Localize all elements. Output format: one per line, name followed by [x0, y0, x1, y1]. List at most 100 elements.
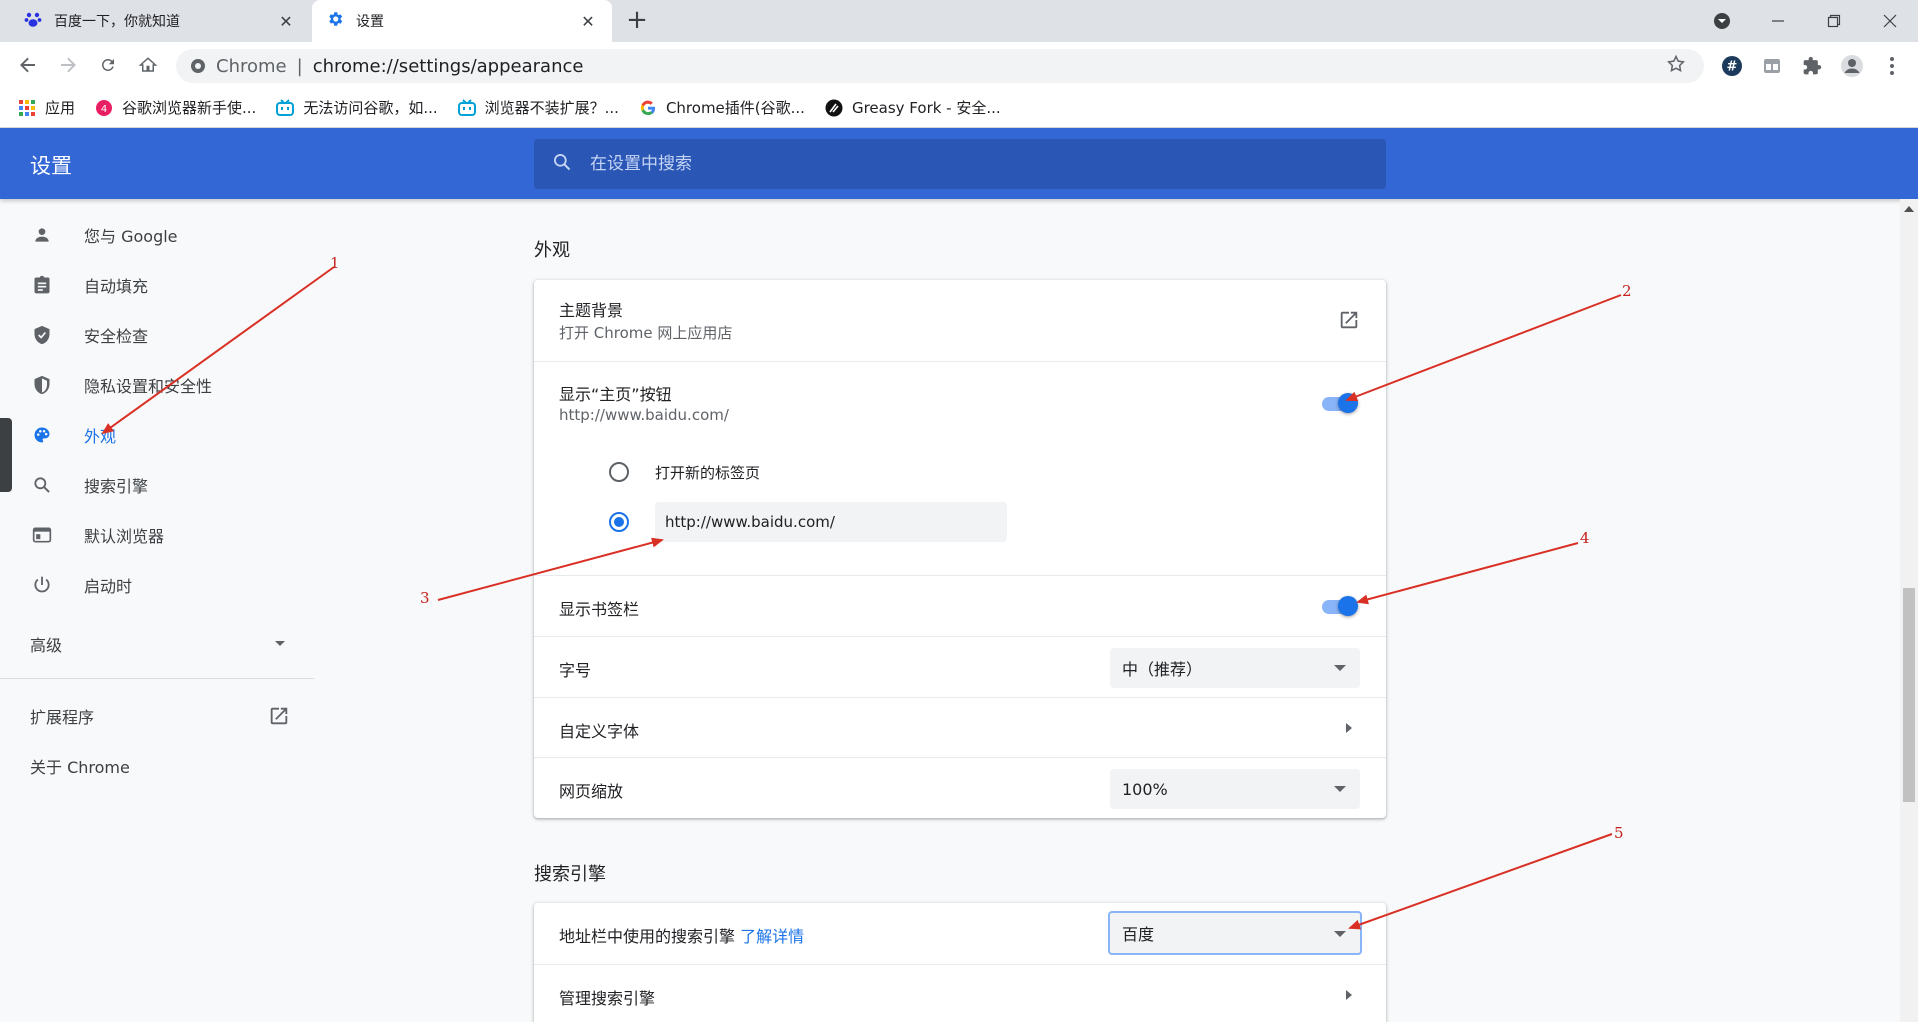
font-size-label: 字号 — [559, 661, 592, 680]
address-bar-engine-label: 地址栏中使用的搜索引擎 了解详情 — [559, 923, 804, 947]
sidebar-item-label: 自动填充 — [84, 277, 149, 296]
close-window-button[interactable] — [1862, 0, 1918, 42]
close-window-icon — [1883, 14, 1897, 28]
open-in-new-icon[interactable] — [1338, 309, 1360, 335]
annotation-number: 3 — [420, 589, 430, 607]
page-zoom-value: 100% — [1122, 779, 1168, 799]
search-input[interactable] — [590, 154, 1370, 174]
home-button-toggle[interactable] — [1320, 391, 1360, 415]
address-bar-engine-row: 地址栏中使用的搜索引擎 了解详情 百度 — [534, 903, 1386, 964]
tab-baidu[interactable]: 百度一下，你就知道 ✕ — [10, 0, 310, 42]
page-zoom-select[interactable]: 100% — [1110, 769, 1360, 809]
shield-half-icon — [30, 373, 54, 397]
toggle-knob — [1338, 393, 1358, 413]
bookmark-item[interactable]: Greasy Fork - 安全... — [825, 97, 1001, 118]
profile-avatar-icon[interactable] — [1837, 51, 1867, 81]
close-icon[interactable]: ✕ — [276, 12, 296, 31]
minimize-button[interactable] — [1750, 0, 1806, 42]
home-button-label: 显示“主页”按钮 — [559, 385, 672, 404]
search-icon — [30, 473, 54, 497]
custom-url-input[interactable]: http://www.baidu.com/ — [655, 502, 1007, 542]
sidebar-advanced[interactable]: 高级 — [0, 619, 314, 669]
new-tab-button[interactable]: + — [622, 6, 652, 36]
svg-text:#: # — [1727, 60, 1738, 75]
sidebar-item-on-startup[interactable]: 启动时 — [0, 560, 314, 610]
font-size-row: 字号 中（推荐） — [534, 636, 1386, 697]
page-zoom-row: 网页缩放 100% — [534, 757, 1386, 818]
back-arrow-icon — [20, 57, 35, 73]
annotation-number: 2 — [1622, 282, 1632, 300]
search-engine-select[interactable]: 百度 — [1108, 911, 1362, 955]
appearance-card: 主题背景 打开 Chrome 网上应用店 显示“主页”按钮 http://www… — [534, 280, 1386, 818]
bookmark-item[interactable]: 浏览器不装扩展？... — [457, 97, 619, 118]
hashtag-extension-icon[interactable]: # — [1717, 51, 1747, 81]
forward-button[interactable] — [52, 49, 84, 81]
minimize-icon — [1772, 20, 1784, 22]
apps-grid-icon — [18, 99, 36, 117]
settings-search[interactable] — [534, 139, 1386, 189]
font-size-select[interactable]: 中（推荐） — [1110, 648, 1360, 688]
radio-custom-url[interactable] — [609, 512, 629, 532]
theme-row[interactable]: 主题背景 打开 Chrome 网上应用店 — [534, 280, 1386, 361]
sidebar-item-label: 搜索引擎 — [84, 477, 149, 496]
sidebar-about-chrome[interactable]: 关于 Chrome — [0, 741, 314, 791]
manage-search-engines-row[interactable]: 管理搜索引擎 — [534, 964, 1386, 1022]
floating-side-widget[interactable] — [0, 418, 12, 492]
sidebar-item-search-engine[interactable]: 搜索引擎 — [0, 460, 314, 510]
close-icon[interactable]: ✕ — [578, 12, 598, 31]
annotation-arrow-4: 4 — [1356, 529, 1590, 605]
google-g-icon — [639, 99, 657, 117]
scrollbar-thumb[interactable] — [1903, 588, 1915, 802]
sidebar-item-privacy[interactable]: 隐私设置和安全性 — [0, 360, 314, 410]
sidebar-item-safety-check[interactable]: 安全检查 — [0, 310, 314, 360]
bilibili-tv-icon — [457, 98, 476, 117]
annotation-arrow-2: 2 — [1345, 282, 1632, 402]
sidebar: 您与 Google 自动填充 安全检查 隐私设置和安全性 外观 搜索引擎 默认浏… — [0, 199, 314, 1022]
tab-settings[interactable]: 设置 ✕ — [312, 0, 612, 42]
puzzle-extensions-icon[interactable] — [1797, 51, 1827, 81]
sidebar-item-label: 默认浏览器 — [84, 527, 165, 546]
font-size-value: 中（推荐） — [1122, 660, 1203, 679]
annotation-number: 4 — [1580, 529, 1590, 547]
sidebar-item-appearance[interactable]: 外观 — [0, 410, 314, 460]
bookmark-item[interactable]: 4 谷歌浏览器新手使... — [95, 97, 256, 118]
tab-search-button[interactable] — [1694, 0, 1750, 42]
annotation-arrow-5: 5 — [1348, 824, 1624, 930]
scroll-up-arrow-icon[interactable] — [1904, 206, 1914, 212]
advanced-label: 高级 — [30, 636, 63, 655]
cookie-extension-icon[interactable] — [1757, 51, 1787, 81]
chevron-right-icon — [1346, 990, 1352, 1000]
home-button[interactable] — [132, 49, 164, 81]
sidebar-item-you-and-google[interactable]: 您与 Google — [0, 210, 314, 260]
sidebar-item-autofill[interactable]: 自动填充 — [0, 260, 314, 310]
bookmark-item[interactable]: 无法访问谷歌，如... — [276, 97, 438, 118]
back-button[interactable] — [12, 49, 44, 81]
home-button-sublabel: http://www.baidu.com/ — [559, 406, 729, 424]
sidebar-extensions[interactable]: 扩展程序 — [0, 691, 314, 741]
star-icon[interactable] — [1666, 54, 1686, 79]
bilibili-tv-icon — [276, 98, 295, 117]
sidebar-item-default-browser[interactable]: 默认浏览器 — [0, 510, 314, 560]
reload-icon — [101, 58, 114, 71]
sidebar-item-label: 您与 Google — [84, 227, 178, 246]
restore-button[interactable] — [1806, 0, 1862, 42]
reload-button[interactable] — [92, 49, 124, 81]
about-label: 关于 Chrome — [30, 758, 130, 777]
chevron-down-icon — [275, 641, 285, 646]
section-title-appearance: 外观 — [534, 240, 570, 261]
url-path: chrome://settings/appearance — [312, 55, 584, 77]
extensions-label: 扩展程序 — [30, 708, 95, 727]
radio-new-tab[interactable] — [609, 462, 629, 482]
page-title: 设置 — [30, 154, 72, 178]
bookmark-item[interactable]: Chrome插件(谷歌... — [639, 97, 805, 118]
custom-fonts-row[interactable]: 自定义字体 — [534, 697, 1386, 757]
address-bar[interactable]: Chrome | chrome://settings/appearance — [176, 49, 1704, 83]
browser-window-icon — [30, 523, 54, 547]
menu-kebab-icon[interactable] — [1877, 51, 1907, 81]
power-icon — [30, 573, 54, 597]
bookmark-apps[interactable]: 应用 — [18, 97, 75, 118]
bookmarks-bar-toggle[interactable] — [1320, 594, 1360, 618]
learn-more-link[interactable]: 了解详情 — [740, 927, 804, 946]
bookmarks-bar-row[interactable]: 显示书签栏 — [534, 575, 1386, 636]
greasyfork-icon — [825, 99, 843, 117]
